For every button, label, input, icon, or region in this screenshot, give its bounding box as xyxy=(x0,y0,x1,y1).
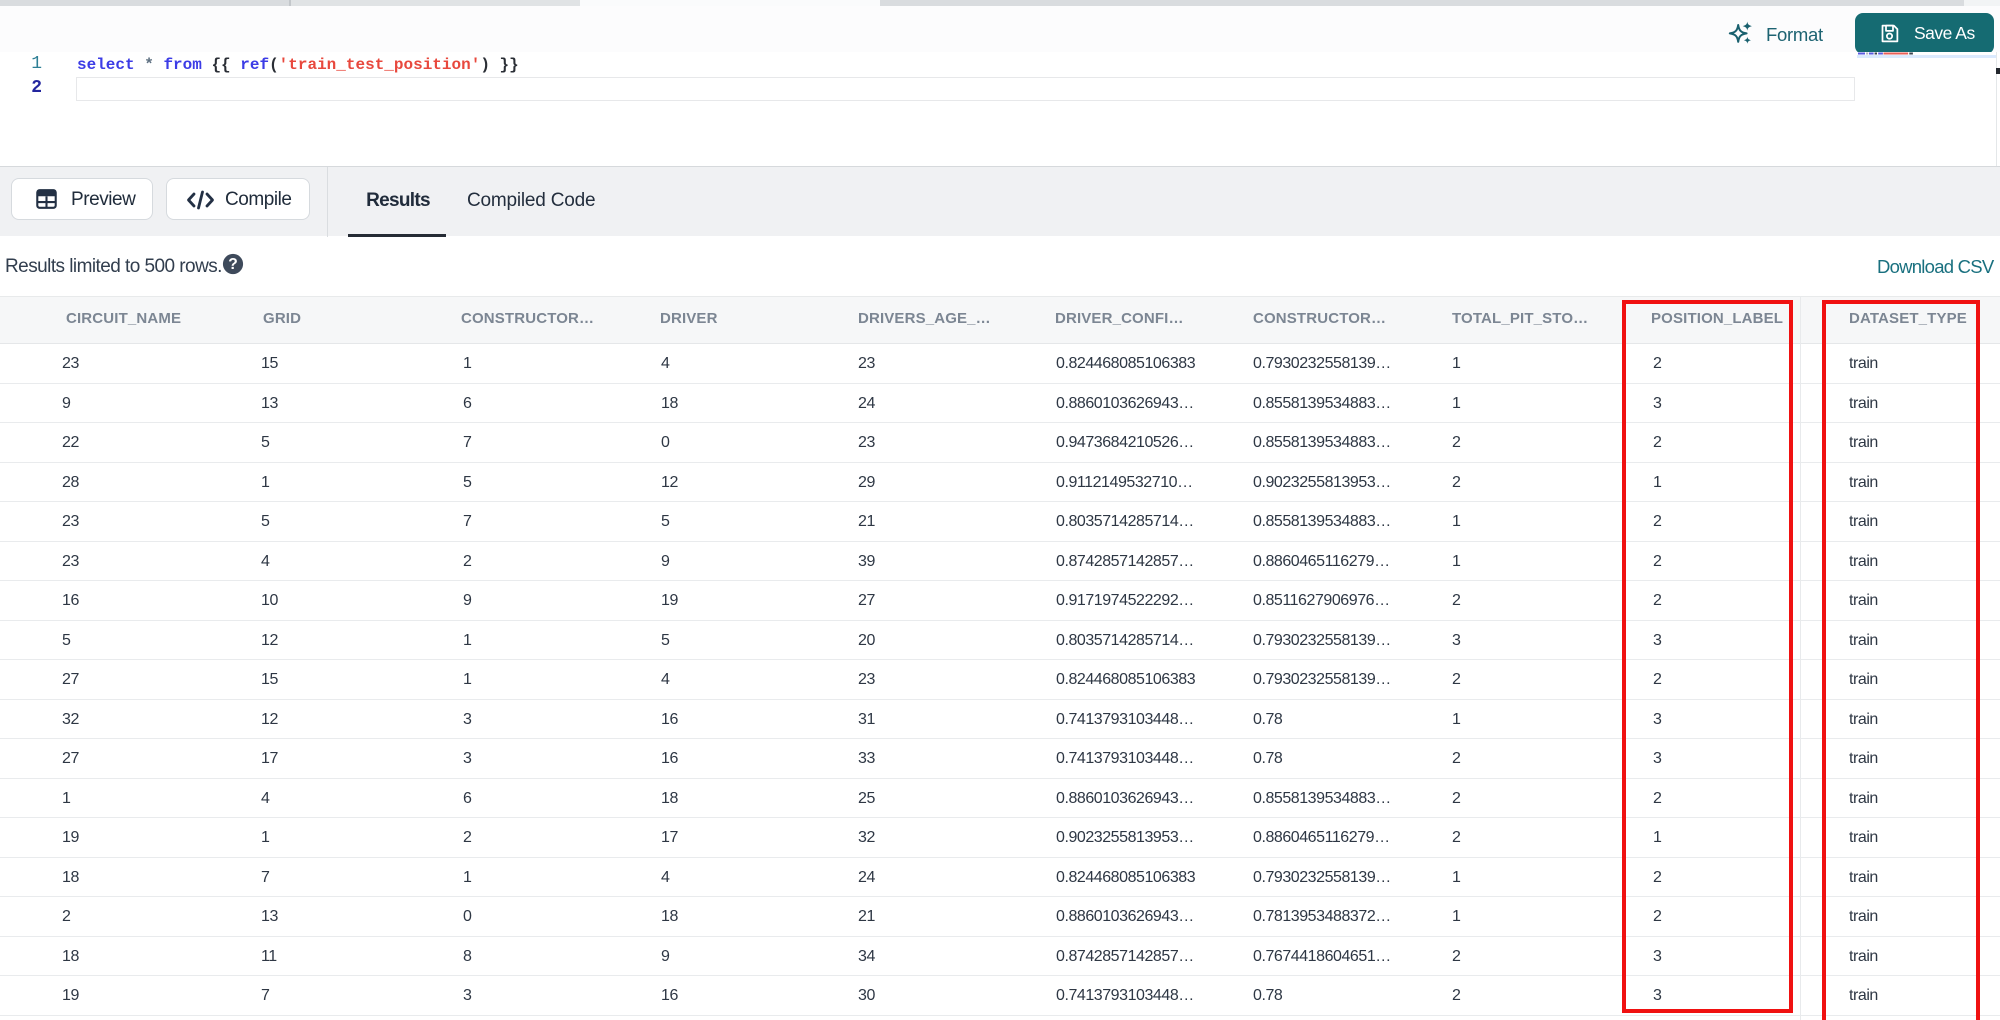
svg-text:?: ? xyxy=(228,256,238,273)
